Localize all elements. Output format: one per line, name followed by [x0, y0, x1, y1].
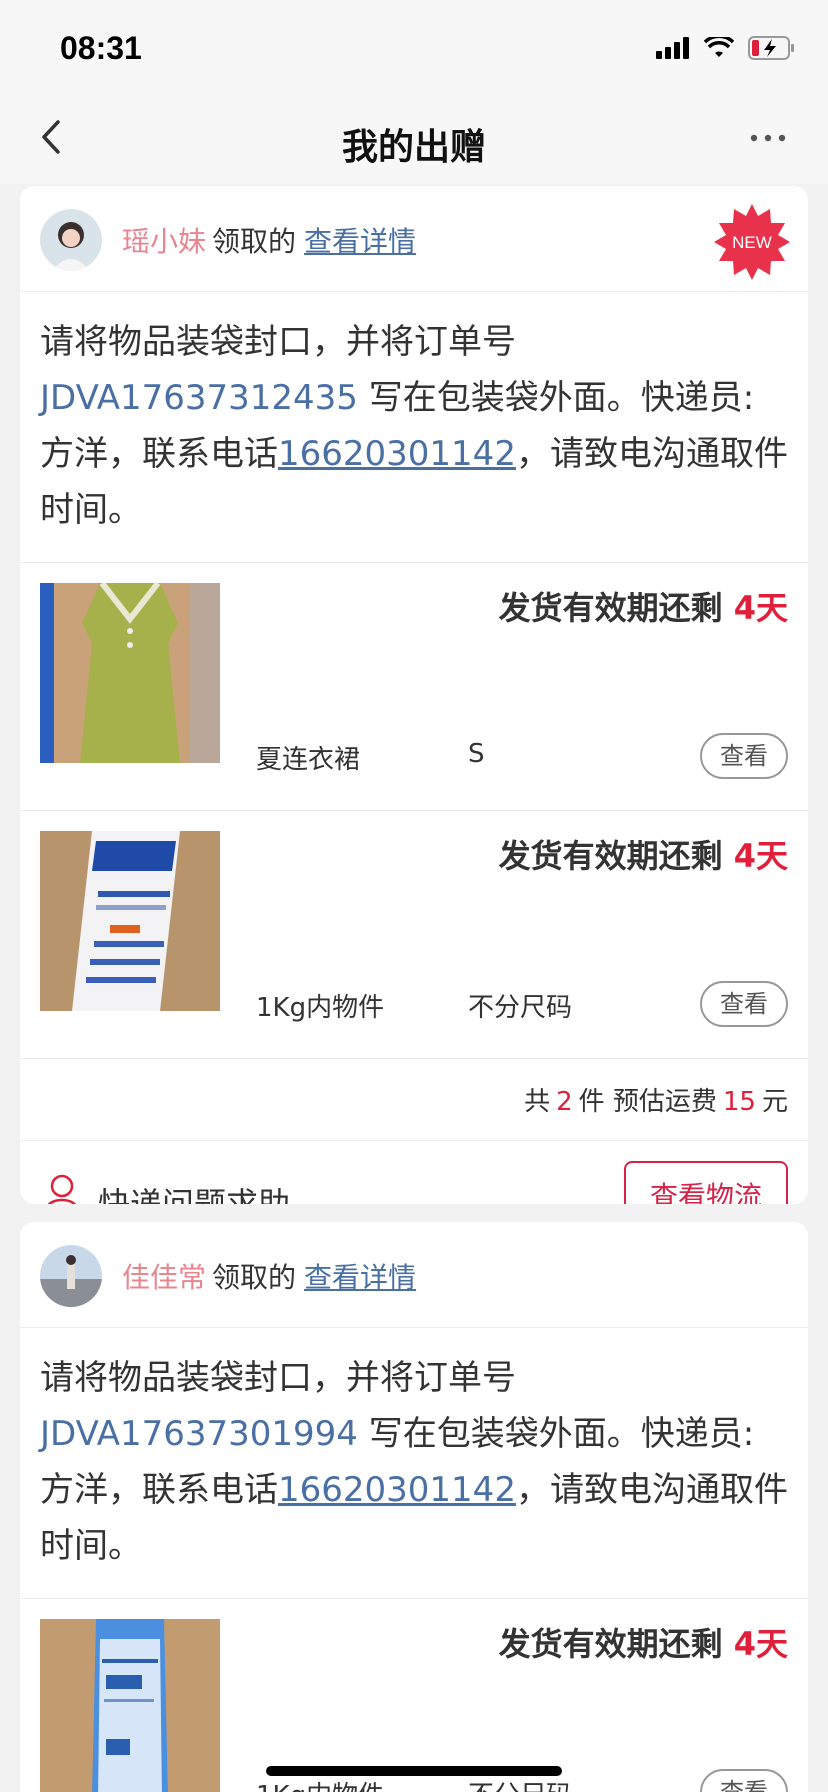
deadline-label: 发货有效期还剩	[498, 1625, 734, 1663]
receiver-name[interactable]: 佳佳常	[122, 1261, 206, 1294]
order-card: 佳佳常 领取的 查看详情 请将物品装袋封口，并将订单号 JDVA1763730199…	[20, 1222, 808, 1792]
order-item: 发货有效期还剩 4天 1Kg内物件 不分尺码 查看	[20, 1599, 808, 1792]
ship-deadline: 发货有效期还剩 4天	[499, 583, 788, 629]
courier-phone-link[interactable]: 16620301142	[278, 434, 516, 474]
avatar[interactable]	[40, 1245, 102, 1307]
summary-count-unit: 件 预估运费	[578, 1087, 717, 1117]
instruction-prefix: 请将物品装袋封口，并将订单号	[40, 322, 516, 362]
fee-unit: 元	[761, 1087, 788, 1117]
item-photo-sunscreen[interactable]	[40, 1619, 220, 1792]
claim-text: 领取的	[212, 1261, 297, 1294]
shipping-fee: 15	[722, 1087, 756, 1117]
item-photo-cream[interactable]	[40, 831, 220, 1011]
home-indicator[interactable]	[266, 1766, 562, 1776]
view-item-button[interactable]: 查看	[700, 733, 788, 779]
card-footer: 快递问题求助 查看物流	[20, 1141, 808, 1204]
deadline-days: 4天	[733, 1625, 788, 1663]
item-name: 夏连衣裙	[256, 745, 361, 775]
view-item-button[interactable]: 查看	[700, 981, 788, 1027]
view-details-link[interactable]: 查看详情	[304, 225, 416, 258]
ship-deadline: 发货有效期还剩 4天	[499, 1619, 788, 1665]
shipping-instruction: 请将物品装袋封口，并将订单号 JDVA17637301994 写在包装袋外面。快…	[20, 1328, 808, 1599]
card-header: 佳佳常 领取的 查看详情	[20, 1222, 808, 1328]
item-name: 1Kg内物件	[256, 1775, 384, 1792]
order-item: 发货有效期还剩 4天 1Kg内物件 不分尺码 查看	[20, 811, 808, 1059]
view-details-link[interactable]: 查看详情	[304, 1261, 416, 1294]
deadline-label: 发货有效期还剩	[498, 589, 734, 627]
summary-prefix: 共	[524, 1087, 551, 1117]
courier-help-link[interactable]: 快递问题求助	[98, 1179, 290, 1204]
deadline-label: 发货有效期还剩	[498, 837, 734, 875]
deadline-days: 4天	[733, 837, 788, 875]
shipping-instruction: 请将物品装袋封口，并将订单号 JDVA17637312435 写在包装袋外面。快…	[20, 292, 808, 563]
more-icon[interactable]	[748, 128, 788, 148]
receiver-line: 瑶小妹 领取的 查看详情	[122, 220, 416, 260]
order-item: 发货有效期还剩 4天 夏连衣裙 S 查看	[20, 563, 808, 811]
card-header: 瑶小妹 领取的 查看详情 NEW	[20, 186, 808, 292]
deadline-days: 4天	[733, 589, 788, 627]
page-title: 我的出赠	[341, 127, 486, 168]
user-help-icon[interactable]	[42, 1173, 82, 1204]
new-badge: NEW	[714, 204, 790, 280]
nav-bar: 我的出赠	[0, 92, 828, 184]
signal-icon	[656, 37, 689, 59]
receiver-name[interactable]: 瑶小妹	[122, 225, 206, 258]
item-photo-dress[interactable]	[40, 583, 220, 763]
wifi-icon	[704, 37, 734, 57]
view-item-button[interactable]: 查看	[700, 1769, 788, 1792]
order-number: JDVA17637312435	[40, 378, 358, 418]
order-card: 瑶小妹 领取的 查看详情 NEW 请将物品装袋封口，并将订单号 JDVA176373…	[20, 186, 808, 1204]
view-logistics-button[interactable]: 查看物流	[624, 1161, 788, 1204]
instruction-prefix: 请将物品装袋封口，并将订单号	[40, 1358, 516, 1398]
new-badge-label: NEW	[732, 233, 772, 252]
status-bar: 08:31	[0, 0, 828, 92]
item-size: 不分尺码	[468, 1775, 572, 1792]
status-icons	[656, 36, 796, 60]
item-count: 2	[556, 1087, 573, 1117]
courier-phone-link[interactable]: 16620301142	[278, 1470, 516, 1510]
order-summary: 共2件 预估运费 15 元	[20, 1059, 808, 1141]
claim-text: 领取的	[212, 225, 297, 258]
battery-charging-icon	[748, 36, 794, 60]
ship-deadline: 发货有效期还剩 4天	[499, 831, 788, 877]
order-number: JDVA17637301994	[40, 1414, 358, 1454]
item-name: 1Kg内物件	[256, 993, 385, 1023]
receiver-line: 佳佳常 领取的 查看详情	[122, 1256, 416, 1296]
item-size: S	[468, 739, 485, 769]
item-size: 不分尺码	[468, 993, 573, 1023]
avatar[interactable]	[40, 209, 102, 271]
status-time: 08:31	[60, 30, 142, 66]
